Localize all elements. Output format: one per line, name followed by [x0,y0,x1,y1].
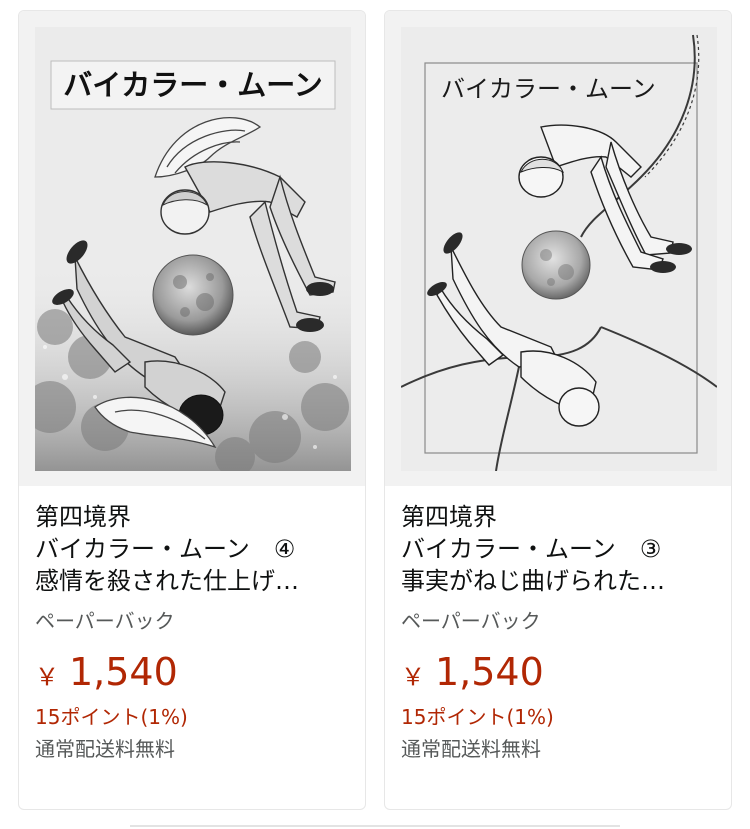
shipping-label: 通常配送料無料 [401,737,541,761]
product-info: 第四境界 バイカラー・ムーン ④ 感情を殺された仕上げ… ペーパーバック ￥ 1… [35,501,353,763]
product-title-line-2[interactable]: 事実がねじ曲げられた… [401,565,719,597]
author-link[interactable]: 第四境界 [401,501,719,533]
product-info: 第四境界 バイカラー・ムーン ③ 事実がねじ曲げられた… ペーパーバック ￥ 1… [401,501,719,763]
product-title-line-2[interactable]: 感情を殺された仕上げ… [35,565,353,597]
price-amount: 1,540 [69,650,178,694]
author-link[interactable]: 第四境界 [35,501,353,533]
product-title-line-1[interactable]: バイカラー・ムーン ③ [401,533,719,565]
format-label[interactable]: ペーパーバック [35,607,353,635]
product-card[interactable]: バイカラー・ムーン [18,10,366,810]
currency-symbol: ￥ [35,663,59,691]
product-card[interactable]: バイカラー・ムーン [384,10,732,810]
book-cover-image[interactable]: バイカラー・ムーン [401,27,717,471]
points-label: 15ポイント(1%) [35,705,188,729]
book-cover-image[interactable]: バイカラー・ムーン [35,27,351,471]
product-image-area[interactable]: バイカラー・ムーン [19,11,365,486]
cover-title: バイカラー・ムーン [441,75,656,103]
divider [130,825,620,827]
product-title-line-1[interactable]: バイカラー・ムーン ④ [35,533,353,565]
points-label: 15ポイント(1%) [401,705,554,729]
price: ￥ 1,540 [401,645,719,699]
price: ￥ 1,540 [35,645,353,699]
price-amount: 1,540 [435,650,544,694]
currency-symbol: ￥ [401,663,425,691]
cover-title: バイカラー・ムーン [63,68,323,102]
shipping-label: 通常配送料無料 [35,737,175,761]
format-label[interactable]: ペーパーバック [401,607,719,635]
product-image-area[interactable]: バイカラー・ムーン [385,11,731,486]
